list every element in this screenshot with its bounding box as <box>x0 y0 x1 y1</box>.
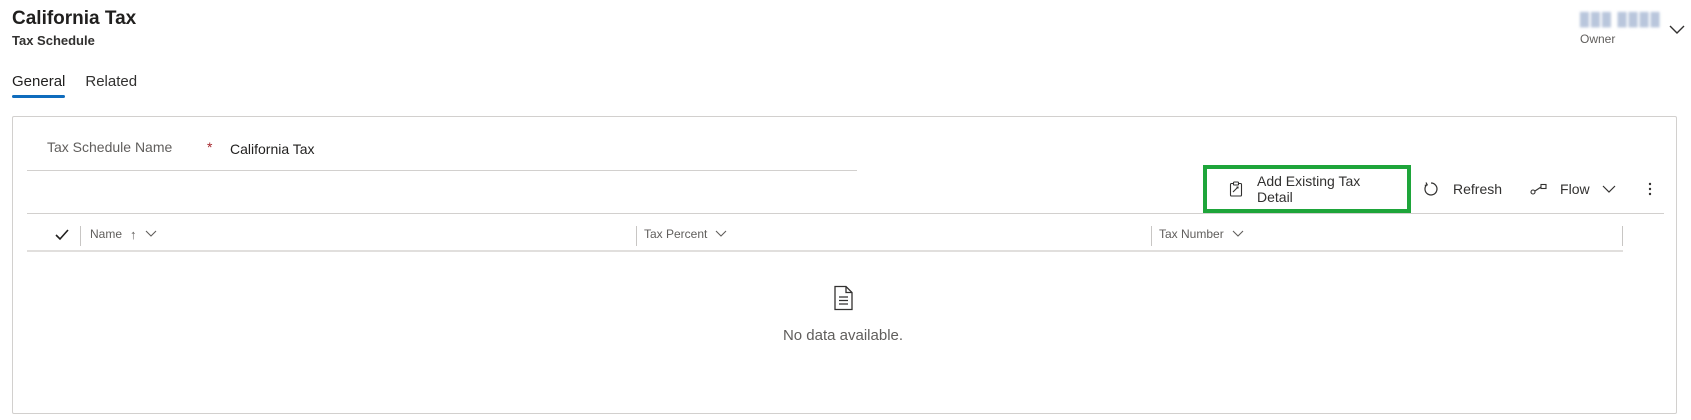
add-existing-tax-detail-button[interactable]: Add Existing Tax Detail <box>1203 165 1411 213</box>
empty-state-message: No data available. <box>782 327 904 344</box>
column-header-name[interactable]: Name ↑ <box>90 218 157 250</box>
grid-header-row: Name ↑ Tax Percent Tax Number <box>27 218 1623 252</box>
chevron-down-icon <box>145 230 157 238</box>
header-expand-chevron-icon[interactable] <box>1668 22 1686 36</box>
document-icon <box>831 285 855 311</box>
column-header-tax-percent[interactable]: Tax Percent <box>644 218 727 250</box>
owner-name[interactable]: ▉▉▉ ▉▉▉▉ <box>1580 12 1670 28</box>
tab-list: General Related <box>12 73 137 98</box>
clipboard-add-icon <box>1229 181 1243 197</box>
subgrid-command-bar: Add Existing Tax Detail Refresh Flow <box>1203 165 1660 213</box>
column-name-label: Name <box>90 227 123 241</box>
tab-general[interactable]: General <box>12 73 66 98</box>
column-separator <box>80 226 81 246</box>
owner-label: Owner <box>1580 32 1616 46</box>
column-tax-number-label: Tax Number <box>1159 227 1224 241</box>
refresh-label: Refresh <box>1453 181 1503 197</box>
refresh-icon <box>1423 181 1439 197</box>
required-indicator: * <box>207 139 213 155</box>
entity-type-label: Tax Schedule <box>12 33 95 48</box>
general-section: Tax Schedule Name * California Tax Add E… <box>12 116 1677 414</box>
chevron-down-icon <box>715 230 727 238</box>
flow-label: Flow <box>1560 181 1590 197</box>
tab-related[interactable]: Related <box>85 73 137 98</box>
column-tax-percent-label: Tax Percent <box>644 227 708 241</box>
sort-ascending-icon: ↑ <box>130 226 137 242</box>
tax-schedule-name-input[interactable]: California Tax <box>230 141 315 157</box>
tax-schedule-name-label: Tax Schedule Name <box>47 139 173 155</box>
page: California Tax Tax Schedule ▉▉▉ ▉▉▉▉ Own… <box>0 0 1691 420</box>
more-vertical-icon <box>1648 181 1652 197</box>
more-commands-button[interactable] <box>1640 167 1660 211</box>
tax-schedule-name-row: Tax Schedule Name * California Tax <box>27 127 857 171</box>
select-all-checkbox[interactable] <box>53 226 71 244</box>
flow-icon <box>1530 183 1548 195</box>
add-existing-tax-detail-label: Add Existing Tax Detail <box>1257 173 1361 205</box>
column-separator <box>636 226 637 246</box>
chevron-down-icon <box>1232 230 1244 238</box>
owner-field[interactable]: ▉▉▉ ▉▉▉▉ Owner <box>1580 12 1670 46</box>
column-separator <box>1622 226 1623 246</box>
record-title: California Tax <box>12 8 137 29</box>
column-header-tax-number[interactable]: Tax Number <box>1159 218 1244 250</box>
chevron-down-icon <box>1602 184 1616 194</box>
refresh-button[interactable]: Refresh <box>1423 167 1502 211</box>
column-separator <box>1151 226 1152 246</box>
grid-top-divider <box>27 213 1664 214</box>
flow-button[interactable]: Flow <box>1530 167 1616 211</box>
